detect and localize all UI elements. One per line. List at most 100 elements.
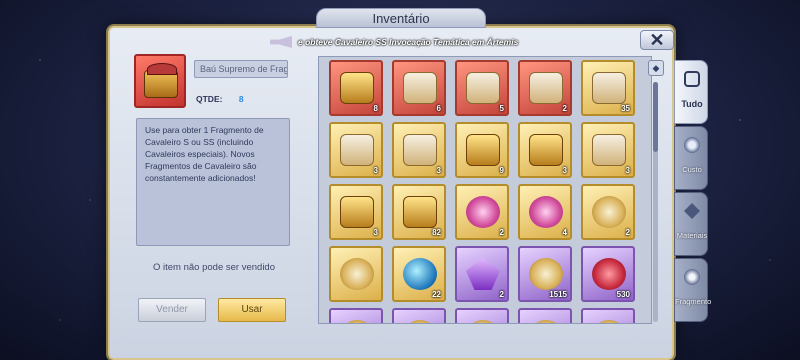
- disc-icon: [592, 320, 626, 323]
- inventory-slot[interactable]: 2: [581, 184, 635, 240]
- inventory-slot[interactable]: 3: [329, 122, 383, 178]
- inventory-slot[interactable]: 35: [581, 60, 635, 116]
- rose-icon: [592, 258, 626, 290]
- chest-b-icon: [529, 72, 563, 104]
- inventory-slot[interactable]: 6: [392, 60, 446, 116]
- tab-all-label: Tudo: [681, 99, 703, 109]
- slot-count: 3: [562, 166, 567, 175]
- announcement-ticker: e obteve Cavaleiro SS Invocação Temática…: [270, 35, 630, 49]
- chest-b-icon: [403, 72, 437, 104]
- not-sellable-notice: O item não pode ser vendido: [153, 262, 275, 273]
- chest-a-icon: [340, 72, 374, 104]
- inventory-slot[interactable]: [581, 308, 635, 323]
- disc-icon: [466, 320, 500, 323]
- chest-b-icon: [340, 134, 374, 166]
- flower-icon: [466, 196, 500, 228]
- quantity-row: QTDE: 8: [196, 94, 244, 104]
- sell-button[interactable]: Vender: [138, 298, 206, 322]
- chest-b-icon: [466, 72, 500, 104]
- slot-count: 6: [436, 104, 441, 113]
- slot-count: 2: [562, 104, 567, 113]
- slot-count: 3: [373, 228, 378, 237]
- fragment-icon: [684, 269, 700, 285]
- inventory-slot[interactable]: 22: [392, 246, 446, 302]
- tab-all[interactable]: Tudo: [674, 60, 708, 124]
- tab-cost-label: Custo: [682, 165, 702, 174]
- inventory-slot[interactable]: 530: [581, 246, 635, 302]
- orb-blue-icon: [403, 258, 437, 290]
- slot-count: 3: [625, 166, 630, 175]
- scroll-settings-icon[interactable]: ◆: [648, 60, 664, 76]
- inventory-slot[interactable]: 3: [329, 184, 383, 240]
- cost-icon: [684, 137, 700, 153]
- inventory-slot[interactable]: 1515: [518, 246, 572, 302]
- megaphone-icon: [270, 36, 292, 48]
- tab-fragment[interactable]: Fragmento: [674, 258, 712, 322]
- close-button[interactable]: ✕: [640, 30, 674, 50]
- tab-materials[interactable]: Materiais: [674, 192, 708, 256]
- disc-icon: [403, 320, 437, 323]
- inventory-slot[interactable]: 5: [455, 60, 509, 116]
- disc-icon: [529, 258, 563, 290]
- disc-icon: [340, 258, 374, 290]
- slot-count: 2: [499, 228, 504, 237]
- slot-count: 3: [373, 166, 378, 175]
- chest-b-icon: [592, 72, 626, 104]
- chest-b-icon: [403, 134, 437, 166]
- inventory-slot[interactable]: 3: [581, 122, 635, 178]
- disc-icon: [529, 320, 563, 323]
- inventory-slot[interactable]: 8: [329, 60, 383, 116]
- inventory-slot[interactable]: [518, 308, 572, 323]
- slot-count: 35: [621, 104, 630, 113]
- chest-a-icon: [529, 134, 563, 166]
- tab-materials-label: Materiais: [676, 231, 708, 240]
- inventory-grid-area: 8 6 5 2 35 3 3 9 3 3 3 82 2 4 2 22 2 1515 530: [318, 56, 652, 324]
- all-items-icon: [684, 71, 700, 87]
- materials-icon: [684, 203, 700, 219]
- category-tabs: Tudo Custo Materiais Fragmento: [674, 60, 712, 322]
- slot-count: 2: [625, 228, 630, 237]
- slot-count: 5: [499, 104, 504, 113]
- inventory-slot[interactable]: [392, 308, 446, 323]
- inventory-grid: 8 6 5 2 35 3 3 9 3 3 3 82 2 4 2 22 2 1515 530: [329, 60, 635, 323]
- item-name: Baú Supremo de Frag...: [194, 60, 288, 78]
- tab-cost[interactable]: Custo: [674, 126, 708, 190]
- chest-a-icon: [466, 134, 500, 166]
- inventory-slot[interactable]: 82: [392, 184, 446, 240]
- quantity-label: QTDE:: [196, 94, 223, 104]
- chest-a-icon: [403, 196, 437, 228]
- quantity-value: 8: [238, 94, 244, 104]
- window-title: Inventário: [316, 8, 486, 28]
- item-detail-panel: Baú Supremo de Frag... QTDE: 8 Use para …: [134, 54, 294, 324]
- selected-item-thumbnail: [134, 54, 186, 108]
- inventory-slot[interactable]: 3: [518, 122, 572, 178]
- inventory-slot[interactable]: [455, 308, 509, 323]
- flower-icon: [529, 196, 563, 228]
- tab-fragment-label: Fragmento: [675, 297, 712, 306]
- item-description: Use para obter 1 Fragmento de Cavaleiro …: [136, 118, 290, 246]
- use-button[interactable]: Usar: [218, 298, 286, 322]
- inventory-slot[interactable]: [329, 308, 383, 323]
- treasure-chest-icon: [144, 63, 178, 98]
- inventory-slot[interactable]: 3: [392, 122, 446, 178]
- slot-count: 8: [373, 104, 378, 113]
- crystal-icon: [466, 258, 500, 290]
- disc-icon: [340, 320, 374, 323]
- inventory-slot[interactable]: [329, 246, 383, 302]
- inventory-slot[interactable]: 2: [455, 184, 509, 240]
- inventory-slot[interactable]: 2: [455, 246, 509, 302]
- slot-count: 1515: [549, 290, 567, 299]
- slot-count: 530: [616, 290, 630, 299]
- chest-b-icon: [592, 134, 626, 166]
- grid-scrollbar[interactable]: ◆: [648, 60, 664, 322]
- slot-count: 22: [432, 290, 441, 299]
- slot-count: 3: [436, 166, 441, 175]
- chest-a-icon: [340, 196, 374, 228]
- slot-count: 2: [499, 290, 504, 299]
- inventory-slot[interactable]: 2: [518, 60, 572, 116]
- scroll-thumb[interactable]: [653, 82, 658, 152]
- slot-count: 82: [432, 228, 441, 237]
- inventory-slot[interactable]: 4: [518, 184, 572, 240]
- ticker-text: e obteve Cavaleiro SS Invocação Temática…: [298, 37, 519, 47]
- inventory-slot[interactable]: 9: [455, 122, 509, 178]
